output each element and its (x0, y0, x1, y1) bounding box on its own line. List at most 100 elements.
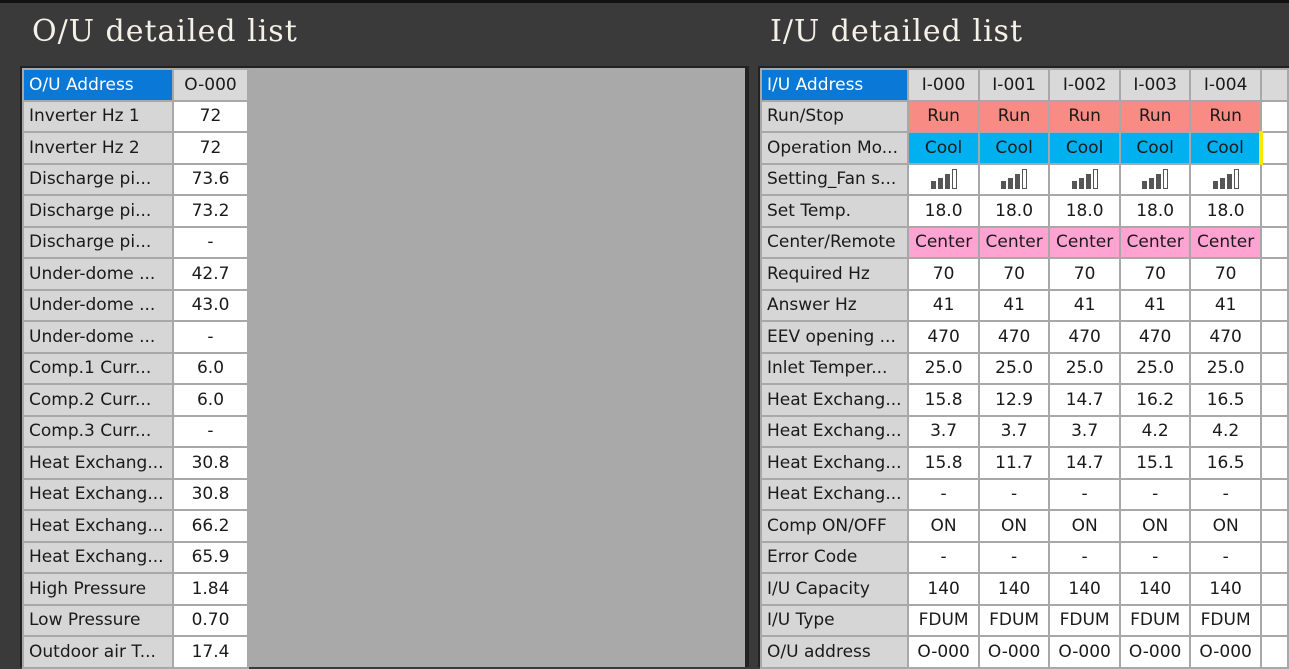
row-value[interactable]: 30.8 (172, 477, 249, 511)
row-value[interactable]: 18.0 (1189, 194, 1262, 228)
row-value[interactable]: 72 (172, 99, 249, 133)
row-value[interactable]: 140 (1118, 572, 1192, 606)
partial-cell[interactable] (1259, 320, 1289, 354)
row-value[interactable]: FDUM (977, 603, 1051, 637)
row-label[interactable]: Under-dome ... (22, 320, 174, 354)
row-value[interactable]: 41 (1048, 288, 1121, 322)
row-label[interactable]: Heat Exchang... (22, 540, 174, 574)
row-value[interactable]: 70 (1118, 257, 1192, 291)
row-value[interactable]: 15.1 (1118, 446, 1192, 480)
row-label[interactable]: Under-dome ... (22, 257, 174, 291)
fan-speed-cell[interactable] (1118, 162, 1192, 196)
row-value[interactable]: 3.7 (1048, 414, 1121, 448)
iu-address-column[interactable]: I-001 (977, 68, 1051, 102)
row-value[interactable]: ON (1048, 509, 1121, 543)
row-value[interactable]: FDUM (1118, 603, 1192, 637)
row-label[interactable]: Heat Exchang... (759, 477, 910, 511)
row-value[interactable]: 14.7 (1048, 383, 1121, 417)
row-value[interactable]: 12.9 (977, 383, 1051, 417)
partial-cell[interactable] (1259, 572, 1289, 606)
row-value[interactable]: 70 (1048, 257, 1121, 291)
row-value[interactable]: Cool (907, 131, 980, 165)
row-value[interactable]: - (1118, 477, 1192, 511)
partial-cell[interactable] (1259, 194, 1289, 228)
row-value[interactable]: 66.2 (172, 509, 249, 543)
row-label[interactable]: Discharge pi... (22, 162, 174, 196)
row-value[interactable]: 70 (907, 257, 980, 291)
iu-address-header[interactable]: I/U Address (759, 68, 910, 102)
row-label[interactable]: Comp.3 Curr... (22, 414, 174, 448)
partial-cell[interactable] (1259, 446, 1289, 480)
partial-cell[interactable] (1259, 257, 1289, 291)
row-value[interactable]: Run (1118, 99, 1192, 133)
row-value[interactable]: 41 (1118, 288, 1192, 322)
row-value[interactable]: 470 (907, 320, 980, 354)
partial-cell[interactable] (1259, 603, 1289, 637)
row-value[interactable]: - (977, 540, 1051, 574)
fan-speed-cell[interactable] (1048, 162, 1121, 196)
row-label[interactable]: Heat Exchang... (759, 414, 910, 448)
row-value[interactable]: Cool (1189, 131, 1262, 165)
partial-cell[interactable] (1259, 162, 1289, 196)
ou-address-value[interactable]: O-000 (172, 68, 249, 102)
row-value[interactable]: 18.0 (1048, 194, 1121, 228)
row-value[interactable]: Run (1048, 99, 1121, 133)
row-value[interactable]: Center (907, 225, 980, 259)
row-value[interactable]: - (172, 320, 249, 354)
row-value[interactable]: O-000 (907, 635, 980, 669)
row-label[interactable]: Required Hz (759, 257, 910, 291)
iu-address-column[interactable]: I-002 (1048, 68, 1121, 102)
row-label[interactable]: Inverter Hz 1 (22, 99, 174, 133)
row-value[interactable]: Cool (1118, 131, 1192, 165)
row-label[interactable]: I/U Type (759, 603, 910, 637)
row-value[interactable]: 18.0 (907, 194, 980, 228)
row-value[interactable]: - (1189, 477, 1262, 511)
row-value[interactable]: 4.2 (1118, 414, 1192, 448)
row-value[interactable]: 30.8 (172, 446, 249, 480)
row-value[interactable]: FDUM (907, 603, 980, 637)
row-label[interactable]: O/U address (759, 635, 910, 669)
row-value[interactable]: 16.5 (1189, 383, 1262, 417)
row-value[interactable]: - (172, 414, 249, 448)
row-label[interactable]: Heat Exchang... (22, 477, 174, 511)
row-value[interactable]: 470 (1189, 320, 1262, 354)
row-value[interactable]: FDUM (1189, 603, 1262, 637)
row-label[interactable]: Outdoor air T... (22, 635, 174, 669)
row-label[interactable]: Center/Remote (759, 225, 910, 259)
row-value[interactable]: 3.7 (977, 414, 1051, 448)
row-value[interactable]: - (1048, 477, 1121, 511)
row-value[interactable]: 4.2 (1189, 414, 1262, 448)
row-value[interactable]: Center (1189, 225, 1262, 259)
row-label[interactable]: Comp.2 Curr... (22, 383, 174, 417)
row-value[interactable]: ON (1118, 509, 1192, 543)
row-value[interactable]: - (907, 540, 980, 574)
fan-speed-cell[interactable] (977, 162, 1051, 196)
row-label[interactable]: High Pressure (22, 572, 174, 606)
row-value[interactable]: ON (907, 509, 980, 543)
partial-cell[interactable] (1259, 540, 1289, 574)
row-value[interactable]: 41 (977, 288, 1051, 322)
partial-cell[interactable] (1259, 635, 1289, 669)
row-value[interactable]: O-000 (1189, 635, 1262, 669)
row-value[interactable]: 41 (907, 288, 980, 322)
row-label[interactable]: EEV opening ... (759, 320, 910, 354)
row-value[interactable]: O-000 (1118, 635, 1192, 669)
row-value[interactable]: 140 (907, 572, 980, 606)
row-value[interactable]: 25.0 (1118, 351, 1192, 385)
partial-cell[interactable] (1259, 414, 1289, 448)
row-value[interactable]: - (1118, 540, 1192, 574)
partial-cell[interactable] (1259, 351, 1289, 385)
row-value[interactable]: Run (1189, 99, 1262, 133)
partial-cell[interactable] (1259, 477, 1289, 511)
row-value[interactable]: - (1048, 540, 1121, 574)
row-value[interactable]: 0.70 (172, 603, 249, 637)
row-value[interactable]: - (977, 477, 1051, 511)
fan-speed-cell[interactable] (907, 162, 980, 196)
partial-cell[interactable] (1259, 225, 1289, 259)
row-label[interactable]: Setting_Fan s... (759, 162, 910, 196)
row-label[interactable]: Heat Exchang... (759, 446, 910, 480)
partial-cell[interactable] (1258, 131, 1289, 165)
row-value[interactable]: 14.7 (1048, 446, 1121, 480)
row-value[interactable]: - (1189, 540, 1262, 574)
row-value[interactable]: 1.84 (172, 572, 249, 606)
